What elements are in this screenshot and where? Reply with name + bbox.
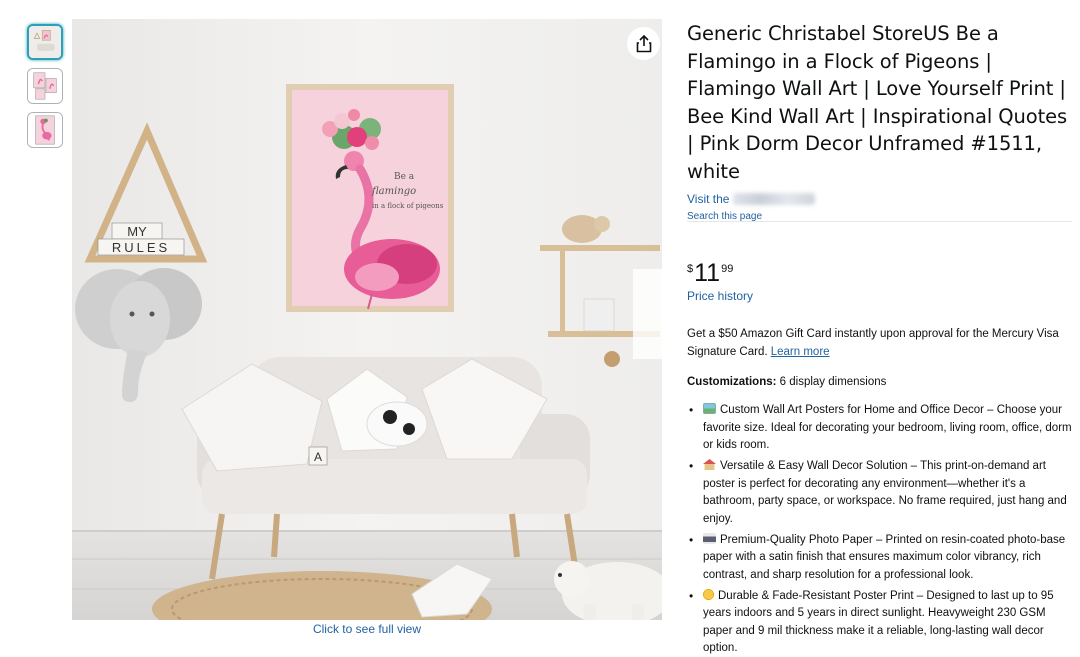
visit-store-line: Visit the bbox=[687, 192, 1072, 206]
feature-bullet: Versatile & Easy Wall Decor Solution – T… bbox=[687, 458, 1077, 528]
thumbnail-flamingo-print-icon bbox=[28, 113, 62, 147]
poster-text-line1: Be a bbox=[394, 172, 415, 182]
share-icon bbox=[636, 34, 651, 52]
redacted-store-name bbox=[733, 192, 816, 205]
product-title: Generic Christabel StoreUS Be a Flamingo… bbox=[687, 22, 1068, 183]
thumbnail-strip bbox=[27, 24, 63, 156]
feature-bullet: Custom Wall Art Posters for Home and Off… bbox=[687, 402, 1077, 455]
thumbnail-1[interactable] bbox=[27, 24, 63, 60]
thumbnail-3[interactable] bbox=[27, 112, 63, 148]
feature-text: Premium-Quality Photo Paper – Printed on… bbox=[703, 533, 1066, 581]
feature-bullets: Custom Wall Art Posters for Home and Off… bbox=[687, 402, 1077, 657]
feature-bullet: Premium-Quality Photo Paper – Printed on… bbox=[687, 532, 1077, 585]
promo-message: Get a $50 Amazon Gift Card instantly upo… bbox=[687, 328, 1059, 358]
printer-icon bbox=[703, 532, 716, 544]
share-button[interactable] bbox=[627, 27, 660, 60]
cushion-letter: A bbox=[314, 450, 322, 464]
visit-store-link[interactable]: Visit the bbox=[687, 192, 729, 206]
house-icon bbox=[703, 459, 716, 470]
customizations-value: 6 display dimensions bbox=[779, 376, 887, 388]
main-product-image[interactable]: MY RULES Be a flamingo in a flock of pig… bbox=[72, 19, 662, 620]
customizations-label: Customizations: bbox=[687, 376, 777, 388]
full-view-link[interactable]: Click to see full view bbox=[72, 622, 662, 636]
search-this-page-link[interactable]: Search this page bbox=[687, 211, 1072, 222]
price-whole: 11 bbox=[694, 259, 721, 287]
shelf-letters-line1: MY bbox=[127, 224, 147, 239]
learn-more-link[interactable]: Learn more bbox=[771, 346, 830, 358]
picture-icon bbox=[703, 403, 716, 414]
feature-text: Durable & Fade-Resistant Poster Print – … bbox=[703, 589, 1054, 655]
price-fraction: 99 bbox=[721, 263, 734, 275]
product-info: Generic Christabel StoreUS Be a Flamingo… bbox=[687, 20, 1072, 654]
thumbnail-2[interactable] bbox=[27, 68, 63, 104]
price-symbol: $ bbox=[687, 263, 694, 275]
customizations: Customizations: 6 display dimensions bbox=[687, 376, 886, 388]
price-history-link[interactable]: Price history bbox=[687, 289, 753, 303]
promo-text: Get a $50 Amazon Gift Card instantly upo… bbox=[687, 326, 1072, 361]
shelf-letters-line2: RULES bbox=[112, 240, 170, 255]
title-divider bbox=[687, 221, 1072, 222]
thumbnail-living-room-icon bbox=[29, 26, 61, 58]
poster-text-line2: flamingo bbox=[371, 186, 416, 197]
poster-text-line3: in a flock of pigeons bbox=[372, 202, 444, 210]
flamingo-poster: Be a flamingo in a flock of pigeons bbox=[286, 84, 454, 312]
feature-text: Versatile & Easy Wall Decor Solution – T… bbox=[703, 460, 1067, 525]
price: $ 11 99 bbox=[687, 260, 733, 286]
feature-bullet: Durable & Fade-Resistant Poster Print – … bbox=[687, 588, 1077, 657]
smiley-icon bbox=[703, 588, 714, 600]
feature-text: Custom Wall Art Posters for Home and Off… bbox=[703, 404, 1072, 451]
thumbnail-flamingo-frames-icon bbox=[28, 69, 62, 103]
